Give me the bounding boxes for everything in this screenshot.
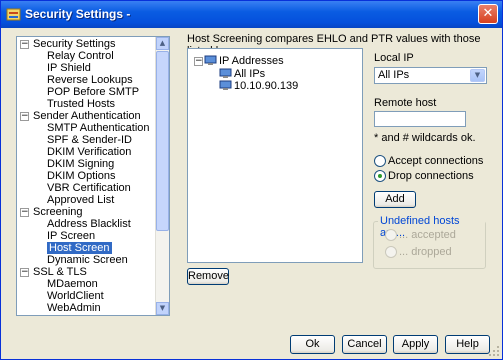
list-root-label[interactable]: IP Addresses bbox=[219, 55, 284, 67]
tree-item[interactable]: SSL & TLS bbox=[33, 266, 87, 278]
drop-connections-radio[interactable] bbox=[374, 170, 386, 182]
local-ip-value: All IPs bbox=[378, 69, 410, 81]
dropped-radio[interactable] bbox=[385, 246, 397, 258]
apply-button[interactable]: Apply bbox=[393, 335, 438, 354]
accepted-label[interactable]: ... accepted bbox=[399, 229, 456, 241]
list-item-all-ips[interactable]: All IPs bbox=[234, 68, 265, 80]
ip-icon bbox=[219, 80, 232, 90]
ip-icon bbox=[219, 68, 232, 78]
tree-expander[interactable]: − bbox=[20, 40, 29, 49]
tree-item[interactable]: Reverse Lookups bbox=[47, 74, 133, 86]
scroll-down-icon[interactable]: ▼ bbox=[156, 302, 169, 315]
tree-item[interactable]: Approved List bbox=[47, 194, 114, 206]
network-icon bbox=[204, 55, 217, 65]
tree-item[interactable]: Host Screen bbox=[47, 242, 112, 254]
settings-tree[interactable]: ▲ ▼ − Security Settings Relay Control IP Sh… bbox=[16, 36, 170, 316]
tree-item[interactable]: SMTP Authentication bbox=[47, 122, 150, 134]
help-button[interactable]: Help bbox=[445, 335, 490, 354]
tree-item[interactable]: WorldClient bbox=[47, 290, 104, 302]
list-root-expander[interactable]: − bbox=[194, 57, 203, 66]
tree-item[interactable]: Screening bbox=[33, 206, 83, 218]
tree-item[interactable]: Sender Authentication bbox=[33, 110, 141, 122]
remote-host-input[interactable] bbox=[374, 111, 466, 127]
tree-item[interactable]: DKIM Verification bbox=[47, 146, 131, 158]
tree-item[interactable]: DKIM Signing bbox=[47, 158, 114, 170]
title-bar[interactable]: Security Settings - ✕ bbox=[1, 1, 502, 28]
accepted-radio[interactable] bbox=[385, 229, 397, 241]
chevron-down-icon[interactable]: ▼ bbox=[470, 69, 485, 82]
tree-expander[interactable]: − bbox=[20, 268, 29, 277]
tree-item[interactable]: Security Settings bbox=[33, 38, 116, 50]
undefined-hosts-group: Undefined hosts are... ... accepted ... … bbox=[373, 215, 486, 269]
local-ip-label: Local IP bbox=[374, 52, 414, 64]
add-button[interactable]: Add bbox=[374, 191, 416, 208]
tree-expander[interactable]: − bbox=[20, 112, 29, 121]
tree-item[interactable]: MDaemon bbox=[47, 278, 98, 290]
ok-button[interactable]: Ok bbox=[290, 335, 335, 354]
tree-item[interactable]: DKIM Options bbox=[47, 170, 115, 182]
scroll-thumb[interactable] bbox=[156, 51, 169, 231]
tree-item[interactable]: SPF & Sender-ID bbox=[47, 134, 132, 146]
tree-item[interactable]: POP Before SMTP bbox=[47, 86, 139, 98]
dropped-label[interactable]: ... dropped bbox=[399, 246, 452, 258]
drop-connections-label[interactable]: Drop connections bbox=[388, 170, 474, 182]
wildcard-note: * and # wildcards ok. bbox=[374, 132, 476, 144]
tree-expander[interactable]: − bbox=[20, 208, 29, 217]
tree-scrollbar[interactable]: ▲ ▼ bbox=[155, 37, 169, 315]
close-button[interactable]: ✕ bbox=[478, 4, 498, 24]
remove-button[interactable]: Remove bbox=[187, 268, 229, 285]
resize-grip-icon[interactable] bbox=[488, 345, 500, 357]
app-icon bbox=[6, 8, 21, 21]
security-settings-window: Security Settings - ✕ ▲ ▼ − Security Sett… bbox=[0, 0, 503, 360]
accept-connections-label[interactable]: Accept connections bbox=[388, 155, 483, 167]
scroll-up-icon[interactable]: ▲ bbox=[156, 37, 169, 50]
tree-item[interactable]: Dynamic Screen bbox=[47, 254, 128, 266]
remote-host-label: Remote host bbox=[374, 97, 437, 109]
list-item-ip[interactable]: 10.10.90.139 bbox=[234, 80, 298, 92]
tree-item[interactable]: IP Screen bbox=[47, 230, 95, 242]
tree-item[interactable]: Address Blacklist bbox=[47, 218, 131, 230]
tree-item[interactable]: IP Shield bbox=[47, 62, 91, 74]
cancel-button[interactable]: Cancel bbox=[342, 335, 387, 354]
close-icon: ✕ bbox=[482, 6, 494, 21]
tree-item[interactable]: Relay Control bbox=[47, 50, 114, 62]
tree-item[interactable]: WebAdmin bbox=[47, 302, 101, 314]
local-ip-select[interactable]: All IPs ▼ bbox=[374, 67, 487, 84]
tree-item[interactable]: Trusted Hosts bbox=[47, 98, 115, 110]
window-title: Security Settings - bbox=[25, 7, 131, 21]
host-screen-list[interactable]: − IP Addresses All IPs 10.10.90.139 bbox=[187, 48, 363, 263]
accept-connections-radio[interactable] bbox=[374, 155, 386, 167]
tree-item[interactable]: VBR Certification bbox=[47, 182, 131, 194]
